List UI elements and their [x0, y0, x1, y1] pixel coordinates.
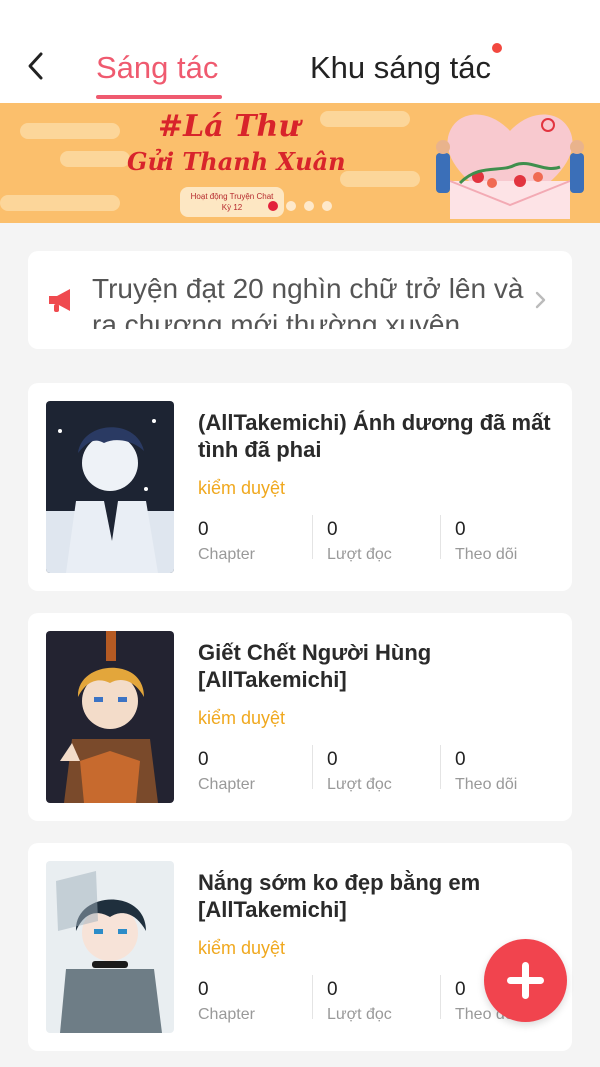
stat-label: Chapter	[198, 546, 255, 563]
story-cover	[46, 861, 174, 1033]
add-story-button[interactable]	[484, 939, 567, 1022]
promo-banner[interactable]: #Lá Thư Gửi Thanh Xuân Hoạt động Truyện …	[0, 103, 600, 223]
plus-icon	[507, 962, 544, 999]
story-card[interactable]: (AllTakemichi) Ánh dương đã mất tình đã …	[28, 383, 572, 591]
carousel-dot[interactable]	[286, 201, 296, 211]
stat-value: 0	[327, 979, 338, 1000]
story-title: (AllTakemichi) Ánh dương đã mất tình đã …	[198, 410, 551, 462]
stat-label: Lượt đọc	[327, 776, 392, 793]
megaphone-icon	[49, 289, 70, 312]
banner-cloud	[320, 111, 410, 127]
stat-value: 0	[455, 979, 466, 1000]
divider	[440, 745, 441, 789]
story-title: Nắng sớm ko đẹp bằng em [AllTakemichi]	[198, 870, 481, 922]
story-card[interactable]: Giết Chết Người Hùng [AllTakemichi] kiểm…	[28, 613, 572, 821]
stat-value: 0	[198, 519, 209, 540]
cover-image	[46, 401, 174, 573]
chevron-left-icon	[28, 52, 43, 80]
banner-cloud	[60, 151, 130, 167]
story-title: Giết Chết Người Hùng [AllTakemichi]	[198, 640, 432, 692]
stat-label: Theo dõi	[455, 546, 518, 563]
stat-value: 0	[327, 519, 338, 540]
notice-text: Truyện đạt 20 nghìn chữ trở lên và ra ch…	[92, 273, 524, 329]
notification-dot	[492, 43, 502, 53]
chevron-right-icon	[535, 291, 546, 309]
banner-subtitle: Gửi Thanh Xuân	[127, 147, 346, 176]
story-status: kiểm duyệt	[198, 708, 286, 728]
stat-label: Chapter	[198, 776, 255, 793]
cover-image	[46, 861, 174, 1033]
carousel-dot[interactable]	[304, 201, 314, 211]
divider	[312, 975, 313, 1019]
stat-value: 0	[455, 519, 466, 540]
active-tab-indicator	[96, 95, 222, 99]
top-bar: Sáng tác Khu sáng tác	[0, 0, 600, 103]
stat-label: Lượt đọc	[327, 1006, 392, 1023]
stat-value: 0	[327, 749, 338, 770]
banner-cloud	[340, 171, 420, 187]
banner-cloud	[20, 123, 120, 139]
banner-tag-line1: Hoạt động Truyện Chat	[190, 192, 274, 201]
stat-label: Chapter	[198, 1006, 255, 1023]
stat-label: Lượt đọc	[327, 546, 392, 563]
stat-value: 0	[198, 979, 209, 1000]
cover-image	[46, 631, 174, 803]
story-cover	[46, 631, 174, 803]
story-status: kiểm duyệt	[198, 478, 286, 498]
divider	[312, 745, 313, 789]
tab-khu-sang-tac[interactable]: Khu sáng tác	[310, 50, 491, 86]
divider	[440, 975, 441, 1019]
stat-value: 0	[198, 749, 209, 770]
back-button[interactable]	[18, 48, 54, 84]
love-letter-illustration	[436, 114, 584, 219]
banner-cloud	[0, 195, 120, 211]
divider	[312, 515, 313, 559]
stat-label: Theo dõi	[455, 776, 518, 793]
divider	[440, 515, 441, 559]
stat-value: 0	[455, 749, 466, 770]
tab-sang-tac[interactable]: Sáng tác	[96, 50, 218, 86]
carousel-dot[interactable]	[268, 201, 278, 211]
story-cover	[46, 401, 174, 573]
banner-title: #Lá Thư	[158, 109, 301, 144]
story-status: kiểm duyệt	[198, 938, 286, 958]
carousel-dot[interactable]	[322, 201, 332, 211]
notice-bar[interactable]: Truyện đạt 20 nghìn chữ trở lên và ra ch…	[28, 251, 572, 349]
